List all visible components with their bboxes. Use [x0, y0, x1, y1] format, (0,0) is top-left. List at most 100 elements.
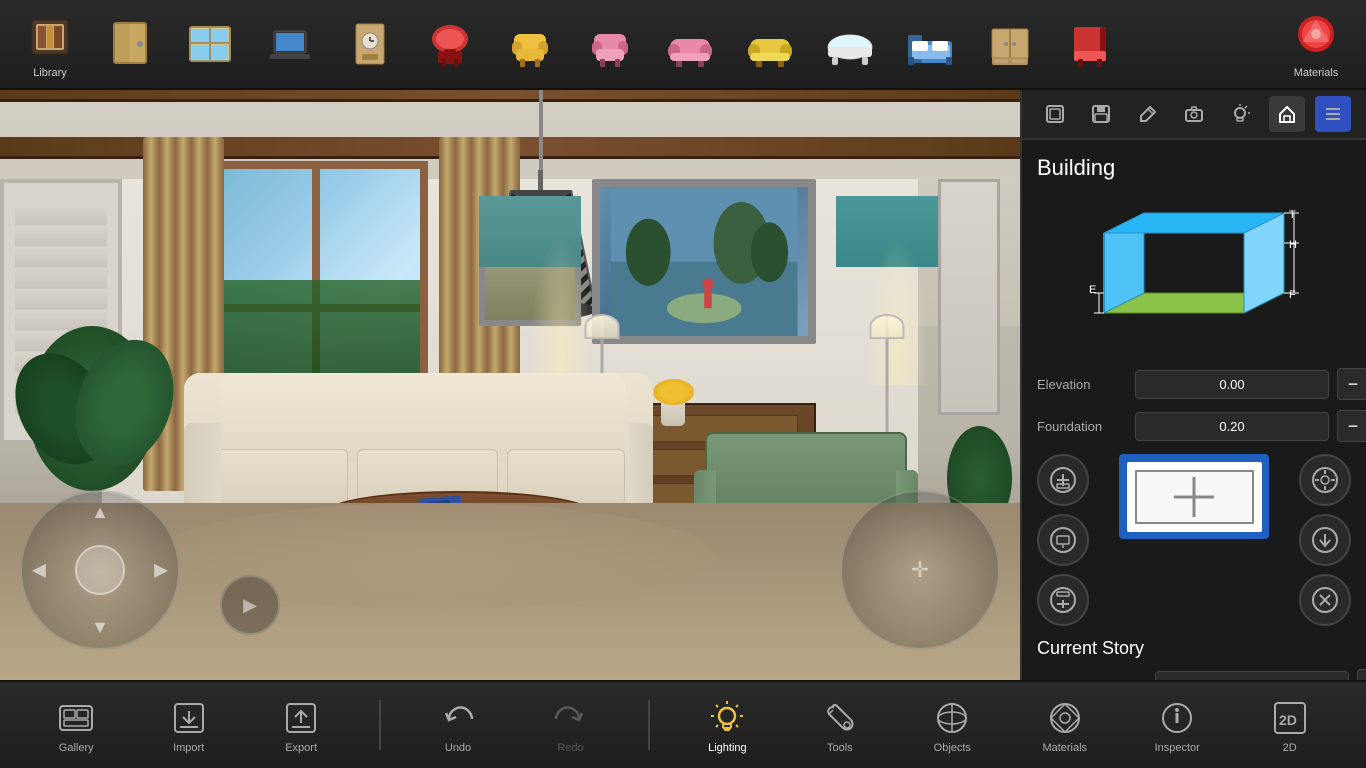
bottom-btn-export[interactable]: Export — [266, 691, 336, 759]
redo-icon — [548, 696, 592, 740]
toolbar-door[interactable] — [90, 11, 170, 78]
arrow-down-btn[interactable] — [1299, 514, 1351, 566]
wall-texture-right — [938, 179, 999, 415]
bottom-btn-objects[interactable]: Objects — [917, 691, 987, 759]
floor-preview[interactable] — [1119, 454, 1269, 539]
materials-bottom-label: Materials — [1042, 742, 1087, 754]
bottom-btn-2d[interactable]: 2D 2D — [1255, 691, 1325, 759]
add-story-below-btn[interactable] — [1037, 574, 1089, 626]
story-view-btn[interactable] — [1037, 514, 1089, 566]
separator-2 — [648, 700, 650, 750]
2d-icon: 2D — [1268, 696, 1312, 740]
right-actions — [1299, 454, 1351, 626]
building-section: Building T H E F — [1022, 140, 1366, 680]
bottom-btn-undo[interactable]: Undo — [423, 691, 493, 759]
nav-joystick-right[interactable]: ✛ — [840, 490, 1000, 650]
room-scene: ▲ ▼ ◀ ▶ ▶ ✛ — [0, 90, 1020, 680]
2d-label: 2D — [1283, 742, 1297, 754]
sconce-glow-left — [530, 238, 591, 386]
nav-arrow-left: ◀ — [32, 560, 46, 581]
bottom-btn-materials[interactable]: Materials — [1030, 691, 1100, 759]
artwork-center — [592, 179, 816, 344]
bottom-btn-inspector[interactable]: Inspector — [1142, 691, 1212, 759]
toolbar-sofa-pink[interactable] — [650, 12, 730, 77]
toolbar-sofa-yellow[interactable] — [730, 12, 810, 77]
toolbar-window-item[interactable] — [170, 12, 250, 77]
nav-joystick-left[interactable]: ▲ ▼ ◀ ▶ — [20, 490, 180, 650]
left-actions — [1037, 454, 1089, 626]
slab-thickness-input[interactable] — [1155, 671, 1349, 681]
toolbar-cabinet-item[interactable] — [970, 12, 1050, 77]
right-panel: Building T H E F — [1020, 90, 1366, 680]
current-story-title: Current Story — [1037, 638, 1351, 659]
bottom-btn-gallery[interactable]: Gallery — [41, 691, 111, 759]
toolbar-chair-yellow[interactable] — [490, 12, 570, 77]
import-label: Import — [173, 742, 204, 754]
inspector-label: Inspector — [1155, 742, 1200, 754]
foundation-label: Foundation — [1037, 419, 1127, 434]
bottom-btn-redo[interactable]: Redo — [535, 691, 605, 759]
right-tool-home[interactable] — [1269, 96, 1305, 132]
current-story-section: Current Story Slab Thickness − + — [1037, 638, 1351, 680]
inspector-icon — [1155, 696, 1199, 740]
toolbar-clock[interactable] — [330, 12, 410, 77]
nav-center-button[interactable]: ▶ — [220, 575, 280, 635]
floor-preview-container — [1104, 454, 1284, 539]
right-tool-select[interactable] — [1037, 96, 1073, 132]
svg-text:2D: 2D — [1279, 712, 1297, 728]
foundation-minus[interactable]: − — [1337, 410, 1366, 442]
main-viewport[interactable]: ▲ ▼ ◀ ▶ ▶ ✛ — [0, 90, 1020, 680]
elevation-minus[interactable]: − — [1337, 368, 1366, 400]
toolbar-chair-pink[interactable] — [570, 12, 650, 77]
svg-text:E: E — [1089, 284, 1096, 296]
bottom-btn-tools[interactable]: Tools — [805, 691, 875, 759]
materials-bottom-icon — [1043, 696, 1087, 740]
toolbar-bed[interactable] — [890, 12, 970, 77]
toolbar-library-label: Library — [33, 67, 67, 79]
export-icon — [279, 696, 323, 740]
add-story-above-btn[interactable] — [1037, 454, 1089, 506]
toolbar-materials-label: Materials — [1294, 67, 1339, 79]
sconce-glow-right — [867, 238, 928, 386]
building-title: Building — [1037, 155, 1351, 181]
elevation-input[interactable] — [1135, 370, 1329, 399]
right-tool-save[interactable] — [1083, 96, 1119, 132]
separator-1 — [379, 700, 381, 750]
nav-arrow-down: ▼ — [91, 617, 109, 638]
right-tool-list[interactable] — [1315, 96, 1351, 132]
svg-text:T: T — [1289, 209, 1296, 221]
box-diagram: T H E F — [1074, 193, 1314, 353]
right-toolbar — [1022, 90, 1366, 140]
objects-label: Objects — [934, 742, 971, 754]
right-tool-light[interactable] — [1222, 96, 1258, 132]
bottom-toolbar: Gallery Import Export — [0, 680, 1366, 768]
toolbar-materials[interactable]: Materials — [1276, 5, 1356, 84]
nav-center-dot-left[interactable] — [75, 545, 125, 595]
lighting-label: Lighting — [708, 742, 747, 754]
toolbar-bathtub[interactable] — [810, 12, 890, 77]
slab-thickness-row: Slab Thickness − + — [1037, 669, 1351, 680]
settings-btn[interactable] — [1299, 454, 1351, 506]
gallery-icon — [54, 696, 98, 740]
right-tool-paint[interactable] — [1130, 96, 1166, 132]
slab-minus[interactable]: − — [1357, 669, 1366, 680]
remove-btn[interactable] — [1299, 574, 1351, 626]
foundation-input[interactable] — [1135, 412, 1329, 441]
floor-plan-preview — [1127, 462, 1262, 532]
right-tool-camera[interactable] — [1176, 96, 1212, 132]
svg-text:H: H — [1289, 239, 1297, 251]
redo-label: Redo — [557, 742, 583, 754]
top-toolbar: Library — [0, 0, 1366, 90]
toolbar-chair-red2[interactable] — [1050, 12, 1130, 77]
toolbar-chair-red[interactable] — [410, 12, 490, 77]
nav-arrow-right: ▶ — [154, 560, 168, 581]
toolbar-library[interactable]: Library — [10, 5, 90, 84]
lighting-icon — [705, 696, 749, 740]
toolbar-laptop[interactable] — [250, 12, 330, 77]
bottom-btn-lighting[interactable]: Lighting — [692, 691, 762, 759]
elevation-label: Elevation — [1037, 377, 1127, 392]
undo-icon — [436, 696, 480, 740]
import-icon — [167, 696, 211, 740]
undo-label: Undo — [445, 742, 471, 754]
bottom-btn-import[interactable]: Import — [154, 691, 224, 759]
